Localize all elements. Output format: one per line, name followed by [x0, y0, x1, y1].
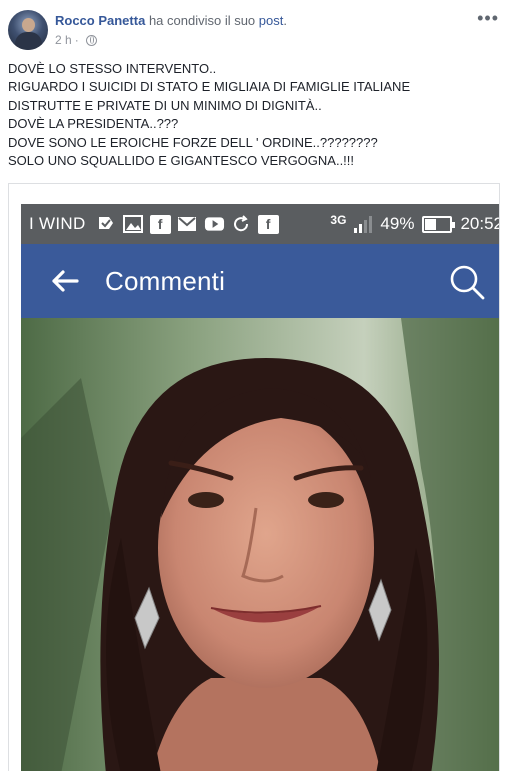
post-timestamp[interactable]: 2 h — [55, 32, 72, 48]
post-attachment[interactable]: I WIND f f 3G 49% 20:52 Commenti — [8, 183, 500, 771]
app-bar-title: Commenti — [105, 265, 226, 296]
carrier-label: I WIND — [29, 214, 86, 233]
battery-icon — [422, 215, 456, 233]
post-text-line: DISTRUTTE E PRIVATE DI UN MINIMO DI DIGN… — [8, 97, 322, 113]
post-meta: 2 h · — [55, 32, 97, 48]
period-text: . — [283, 13, 287, 28]
facebook-icon: f — [149, 214, 171, 234]
post-text-line: SOLO UNO SQUALLIDO E GIGANTESCO VERGOGNA… — [8, 153, 355, 169]
profile-photo — [21, 318, 499, 771]
check-flag-icon — [96, 215, 117, 234]
search-icon[interactable] — [447, 262, 487, 302]
shared-text: ha condiviso il suo — [148, 13, 256, 28]
post-text-line: DOVE SONO LE EROICHE FORZE DELL ' ORDINE… — [8, 134, 378, 150]
meta-dot: · — [74, 33, 79, 47]
globe-icon[interactable] — [85, 34, 97, 46]
status-bar: I WIND f f 3G 49% 20:52 — [21, 204, 500, 244]
post-link[interactable]: post — [259, 13, 284, 28]
author-name[interactable]: Rocco Panetta — [55, 13, 145, 28]
post-text-line: DOVÈ LA PRESIDENTA..??? — [8, 116, 179, 132]
back-arrow-icon[interactable] — [45, 261, 85, 301]
post-text-line: RIGUARDO I SUICIDI DI STATO E MIGLIAIA D… — [8, 79, 411, 95]
app-bar: Commenti — [21, 244, 499, 318]
post-text: DOVÈ LO STESSO INTERVENTO.. RIGUARDO I S… — [8, 60, 503, 170]
post-author-line: Rocco Panetta ha condiviso il suo post. — [55, 13, 287, 29]
battery-percent: 49% — [380, 214, 415, 233]
facebook-icon: f — [257, 214, 279, 234]
gmail-icon — [177, 215, 198, 234]
sync-icon — [231, 215, 252, 234]
post-header: Rocco Panetta ha condiviso il suo post. … — [8, 9, 503, 52]
status-time: 20:52 — [460, 214, 500, 233]
status-right: 3G 49% 20:52 — [330, 213, 500, 234]
post-text-line: DOVÈ LO STESSO INTERVENTO.. — [8, 61, 217, 76]
network-type: 3G — [330, 213, 347, 227]
youtube-icon — [204, 215, 225, 234]
more-options-icon[interactable]: ••• — [477, 9, 499, 27]
avatar[interactable] — [8, 10, 48, 50]
phone-screenshot: I WIND f f 3G 49% 20:52 Commenti — [21, 204, 500, 771]
signal-icon — [354, 215, 373, 233]
image-icon — [123, 215, 144, 234]
